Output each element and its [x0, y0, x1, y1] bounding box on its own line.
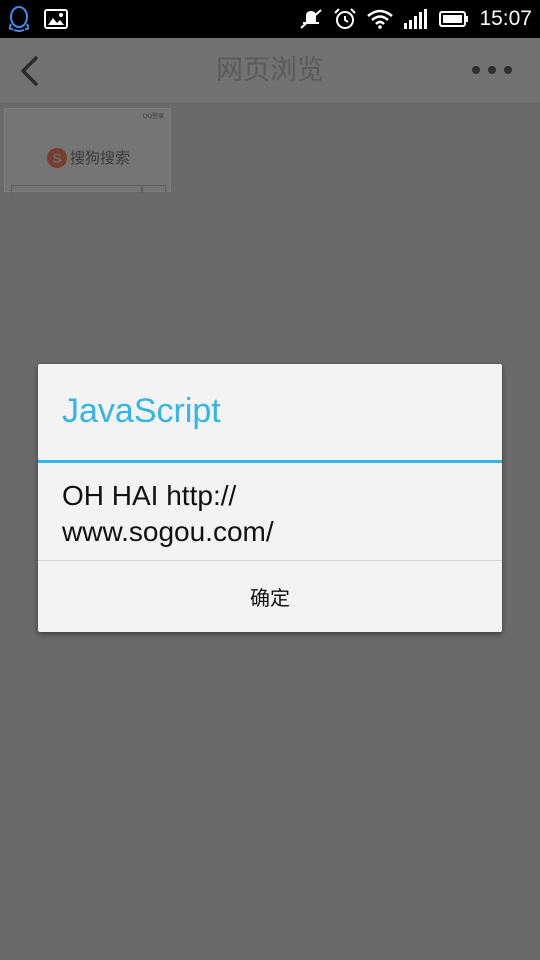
status-right-icons: 15:07	[299, 7, 532, 31]
signal-icon	[403, 9, 429, 29]
more-button[interactable]	[472, 58, 512, 82]
app-header: 网页浏览	[0, 38, 540, 104]
status-bar: 15:07	[0, 0, 540, 38]
webpage-thumbnail[interactable]: QQ登录 S 搜狗搜索	[4, 108, 171, 193]
more-icon-dot	[472, 66, 480, 74]
status-left-icons	[8, 6, 68, 32]
alarm-icon	[333, 7, 357, 31]
dialog-message-text: OH HAI http:// www.sogou.com/	[62, 480, 274, 547]
thumbnail-login-link: QQ登录	[142, 113, 164, 120]
chevron-left-icon	[21, 56, 38, 86]
sogou-logo-icon: S	[47, 147, 67, 168]
thumbnail-search-box	[11, 185, 142, 193]
sogou-logo-text: 搜狗搜索	[70, 149, 131, 167]
battery-icon	[439, 11, 469, 27]
dialog-message: OH HAI http:// www.sogou.com/	[62, 478, 482, 550]
dialog-title: JavaScript	[62, 392, 221, 430]
javascript-alert-dialog: JavaScript OH HAI http:// www.sogou.com/…	[38, 364, 502, 632]
more-icon-dot	[488, 66, 496, 74]
sogou-logo: S 搜狗搜索	[47, 147, 130, 168]
wifi-icon	[367, 9, 394, 29]
page-title: 网页浏览	[216, 55, 324, 86]
more-icon-dot	[504, 66, 512, 74]
qq-icon	[8, 6, 30, 32]
back-button[interactable]	[14, 54, 44, 88]
image-icon	[44, 9, 68, 29]
ok-button[interactable]: 确定	[38, 561, 502, 632]
mute-icon	[299, 8, 323, 30]
status-time: 15:07	[479, 7, 532, 30]
thumbnail-search-button	[142, 185, 166, 193]
dialog-title-divider	[38, 460, 502, 463]
